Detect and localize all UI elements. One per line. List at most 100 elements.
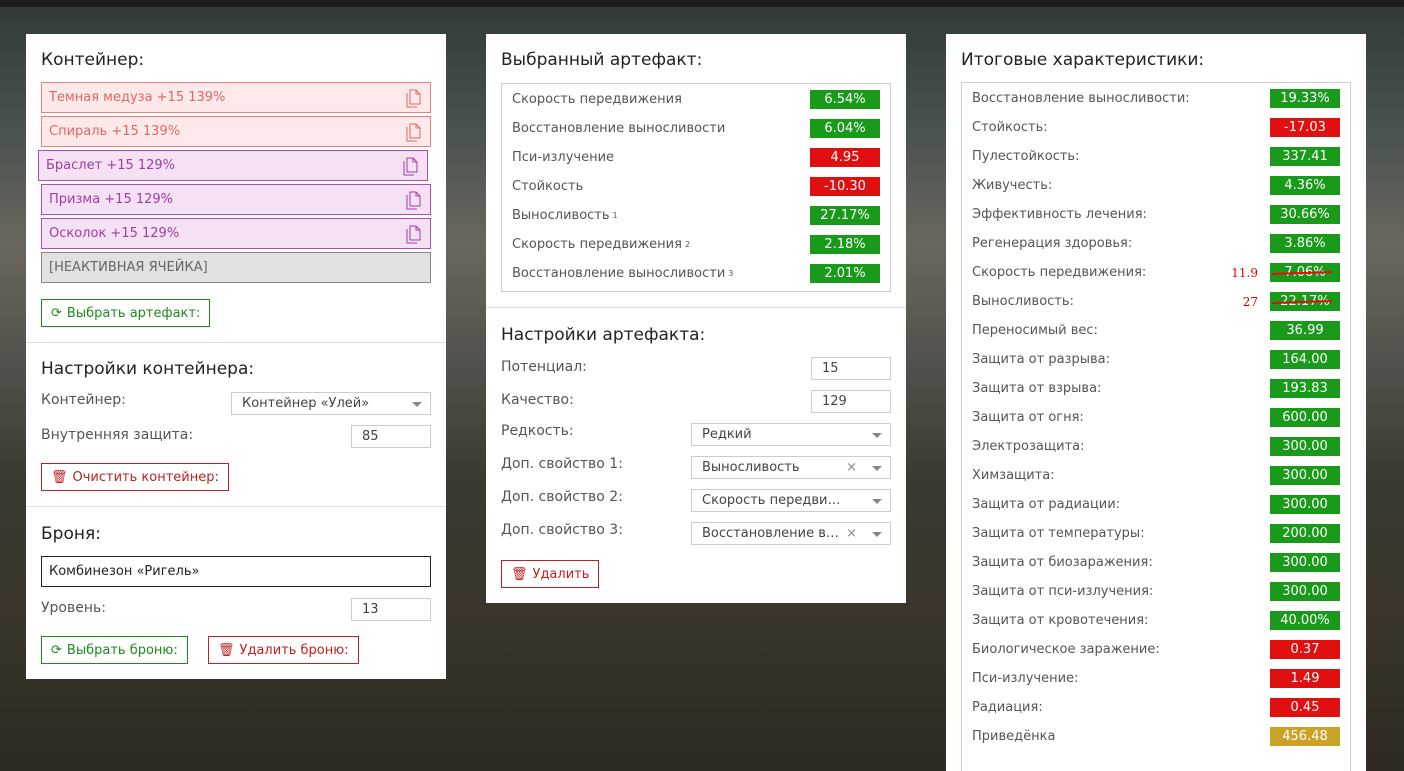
potential-input[interactable]: 15 — [811, 357, 891, 380]
rarity-select[interactable]: Редкий — [691, 423, 891, 446]
chevron-down-icon — [872, 532, 882, 537]
stat-footnote: 2 — [684, 240, 691, 249]
stat-value-text: 3.86% — [1284, 236, 1326, 251]
clear-icon[interactable]: × — [846, 460, 857, 475]
stat-label: Защита от кровотечения: — [972, 613, 1149, 628]
container-slot[interactable]: Осколок +15 129% — [41, 218, 431, 249]
prior-value: 27 — [1242, 294, 1258, 309]
copy-icon[interactable] — [405, 225, 423, 244]
total-stat-row: Защита от разрыва: 164.00 — [972, 349, 1340, 370]
container-slot-label: Призма +15 129% — [49, 192, 174, 207]
copy-icon[interactable] — [405, 89, 423, 108]
stat-value: 600.00 — [1270, 408, 1340, 427]
clear-container-label: Очистить контейнер: — [72, 469, 219, 485]
copy-icon[interactable] — [402, 157, 420, 176]
clear-container-button[interactable]: 🗑 Очистить контейнер: — [41, 463, 229, 491]
artifact-stat-row: Пси-излучение 4.95 — [512, 147, 880, 168]
stat-label: Биологическое заражение: — [972, 642, 1160, 657]
total-stat-row: Защита от кровотечения: 40.00% — [972, 610, 1340, 631]
stat-label: Защита от разрыва: — [972, 352, 1110, 367]
stat-label: Защита от огня: — [972, 410, 1084, 425]
extra3-value: Восстановление выносливости — [702, 526, 842, 541]
stat-label: Восстановление выносливости — [512, 266, 726, 281]
choose-armor-label: Выбрать броню: — [66, 642, 178, 658]
stat-value: 3.86% — [1270, 234, 1340, 253]
divider — [26, 506, 446, 507]
stat-label: Эффективность лечения: — [972, 207, 1147, 222]
level-input[interactable]: 13 — [351, 598, 431, 621]
stat-label: Выносливость — [512, 208, 610, 223]
extra1-value: Выносливость — [702, 460, 800, 475]
total-stat-row: Защита от радиации: 300.00 — [972, 494, 1340, 515]
stat-value: 7.06% — [1270, 263, 1340, 282]
total-stat-row: Скорость передвижения: 11.9 7.06% — [972, 262, 1340, 283]
stat-value-text: 36.99 — [1286, 323, 1324, 338]
trash-icon: 🗑 — [51, 469, 68, 485]
container-slot[interactable]: Темная медуза +15 139% — [41, 82, 431, 113]
rarity-label: Редкость: — [501, 423, 574, 439]
stat-value: 456.48 — [1270, 727, 1340, 746]
copy-icon[interactable] — [405, 123, 423, 142]
stat-value: 2.18% — [810, 235, 880, 254]
stat-value: 164.00 — [1270, 350, 1340, 369]
stat-value: 337.41 — [1270, 147, 1340, 166]
stat-value-text: 600.00 — [1282, 410, 1328, 425]
extra1-select[interactable]: Выносливость × — [691, 456, 891, 479]
armor-field[interactable]: Комбинезон «Ригель» — [41, 556, 431, 587]
container-slot-label: [НЕАКТИВНАЯ ЯЧЕЙКА] — [49, 260, 208, 275]
total-stat-row: Защита от пси-излучения: 300.00 — [972, 581, 1340, 602]
total-stat-row: Химзащита: 300.00 — [972, 465, 1340, 486]
totals-panel: Итоговые характеристики: Восстановление … — [946, 34, 1366, 771]
stat-label: Живучесть: — [972, 178, 1053, 193]
choose-armor-button[interactable]: ⟳ Выбрать броню: — [41, 636, 188, 664]
container-select[interactable]: Контейнер «Улей» — [231, 392, 431, 415]
artifact-stat-row: Выносливость 1 27.17% — [512, 205, 880, 226]
container-slot[interactable]: Призма +15 129% — [41, 184, 431, 215]
chevron-down-icon — [872, 466, 882, 471]
stat-value: 6.54% — [810, 90, 880, 109]
copy-icon[interactable] — [405, 191, 423, 210]
stat-value: 0.45 — [1270, 698, 1340, 717]
inner-protection-input[interactable]: 85 — [351, 425, 431, 448]
stat-value: 6.04% — [810, 119, 880, 138]
stat-value: 300.00 — [1270, 466, 1340, 485]
total-stat-row: Эффективность лечения: 30.66% — [972, 204, 1340, 225]
stat-value-text: 300.00 — [1282, 497, 1328, 512]
quality-input[interactable]: 129 — [811, 390, 891, 413]
clear-icon[interactable]: × — [846, 526, 857, 541]
inner-protection-label: Внутренняя защита: — [41, 427, 194, 443]
extra2-select[interactable]: Скорость передвижения — [691, 489, 891, 512]
delete-artifact-button[interactable]: 🗑 Удалить — [501, 560, 600, 588]
container-slot[interactable]: Спираль +15 139% — [41, 116, 431, 147]
container-slot[interactable]: [НЕАКТИВНАЯ ЯЧЕЙКА] — [41, 252, 431, 283]
choose-artifact-button[interactable]: ⟳ Выбрать артефакт: — [41, 299, 211, 327]
stat-value-text: 193.83 — [1282, 381, 1328, 396]
stat-value-text: 337.41 — [1282, 149, 1328, 164]
stat-value-text: 300.00 — [1282, 555, 1328, 570]
stat-label: Выносливость: — [972, 294, 1074, 309]
total-stat-row: Защита от температуры: 200.00 — [972, 523, 1340, 544]
container-slot[interactable]: Браслет +15 129% — [38, 150, 428, 181]
total-stat-row: Электрозащита: 300.00 — [972, 436, 1340, 457]
stat-value-text: 40.00% — [1280, 613, 1330, 628]
stat-value: 2.01% — [810, 264, 880, 283]
level-label: Уровень: — [41, 600, 106, 616]
stat-value: 193.83 — [1270, 379, 1340, 398]
total-stat-row: Биологическое заражение: 0.37 — [972, 639, 1340, 660]
chevron-down-icon — [872, 499, 882, 504]
stat-value: 19.33% — [1270, 89, 1340, 108]
extra3-select[interactable]: Восстановление выносливости × — [691, 522, 891, 545]
delete-armor-label: Удалить броню: — [239, 642, 349, 658]
artifact-settings-title: Настройки артефакта: — [501, 325, 706, 345]
delete-armor-button[interactable]: 🗑 Удалить броню: — [208, 636, 359, 664]
stat-value: 22.17% — [1270, 292, 1340, 311]
stat-value: 4.36% — [1270, 176, 1340, 195]
total-stat-row: Выносливость: 27 22.17% — [972, 291, 1340, 312]
stat-value: 4.95 — [810, 148, 880, 167]
total-stat-row: Радиация: 0.45 — [972, 697, 1340, 718]
total-stat-row: Стойкость: -17.03 — [972, 117, 1340, 138]
container-slot-label: Осколок +15 129% — [49, 226, 180, 241]
total-stat-row: Переносимый вес: 36.99 — [972, 320, 1340, 341]
refresh-icon: ⟳ — [51, 642, 62, 658]
stat-footnote: 1 — [612, 211, 618, 220]
